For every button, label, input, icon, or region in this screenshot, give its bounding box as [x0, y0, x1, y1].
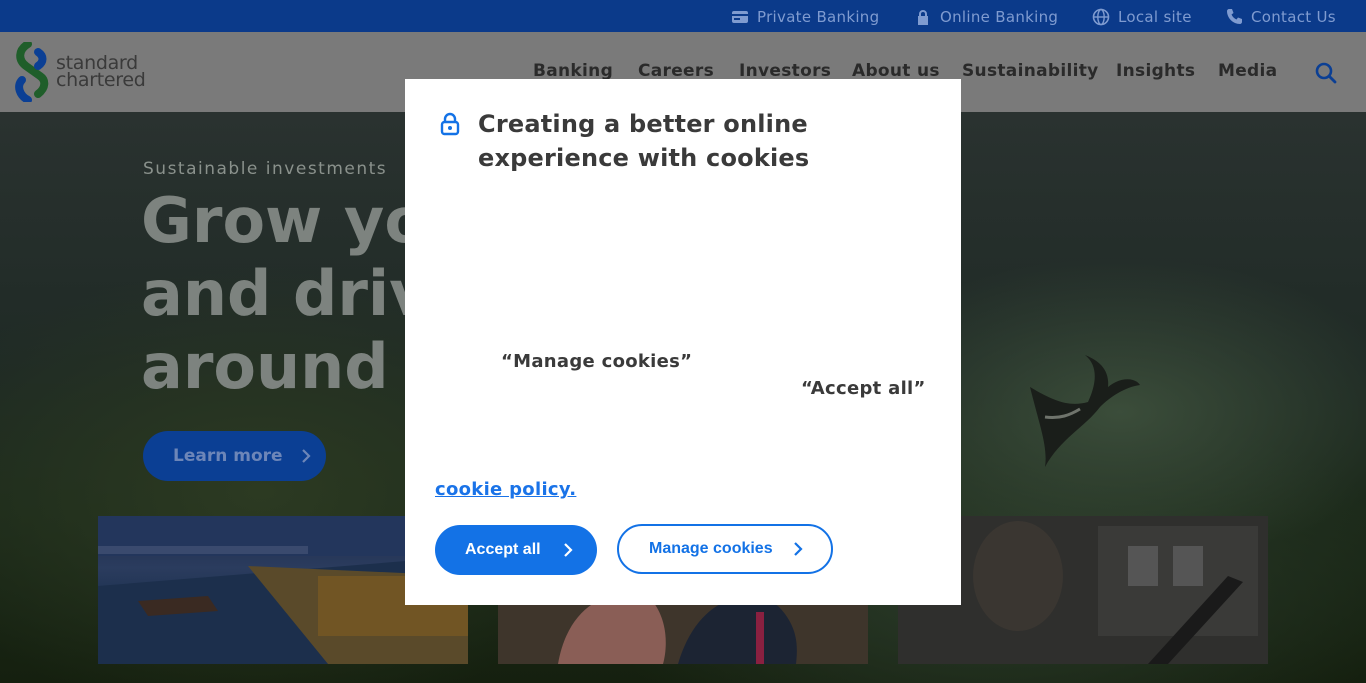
- lock-icon: [440, 112, 460, 136]
- utility-online-banking[interactable]: Online Banking: [914, 7, 1058, 27]
- cookie-consent-dialog: Creating a better online experience with…: [405, 79, 961, 605]
- manage-cookies-button[interactable]: Manage cookies: [617, 524, 833, 574]
- chevron-right-icon: [793, 542, 803, 556]
- accept-all-quote: “Accept all”: [801, 378, 926, 399]
- manage-cookies-quote: “Manage cookies”: [501, 351, 693, 372]
- utility-label: Private Banking: [757, 8, 880, 26]
- utility-local-site[interactable]: Local site: [1092, 7, 1192, 27]
- utility-private-banking[interactable]: Private Banking: [731, 7, 879, 27]
- accept-all-label: Accept all: [465, 541, 541, 558]
- globe-icon: [1092, 8, 1110, 26]
- card-icon: [732, 11, 748, 23]
- utility-contact-us[interactable]: Contact Us: [1225, 7, 1336, 27]
- utility-label: Local site: [1118, 8, 1192, 26]
- utility-label: Online Banking: [940, 8, 1059, 26]
- chevron-right-icon: [563, 543, 573, 557]
- manage-cookies-label: Manage cookies: [649, 540, 773, 557]
- dialog-title: Creating a better online experience with…: [478, 110, 810, 172]
- cookie-policy-link[interactable]: cookie policy.: [435, 479, 576, 500]
- utility-bar: Private Banking Online Banking Local sit…: [0, 0, 1366, 32]
- phone-icon: [1227, 9, 1242, 24]
- lock-icon: [918, 10, 928, 25]
- utility-label: Contact Us: [1251, 8, 1336, 26]
- accept-all-button[interactable]: Accept all: [435, 525, 597, 575]
